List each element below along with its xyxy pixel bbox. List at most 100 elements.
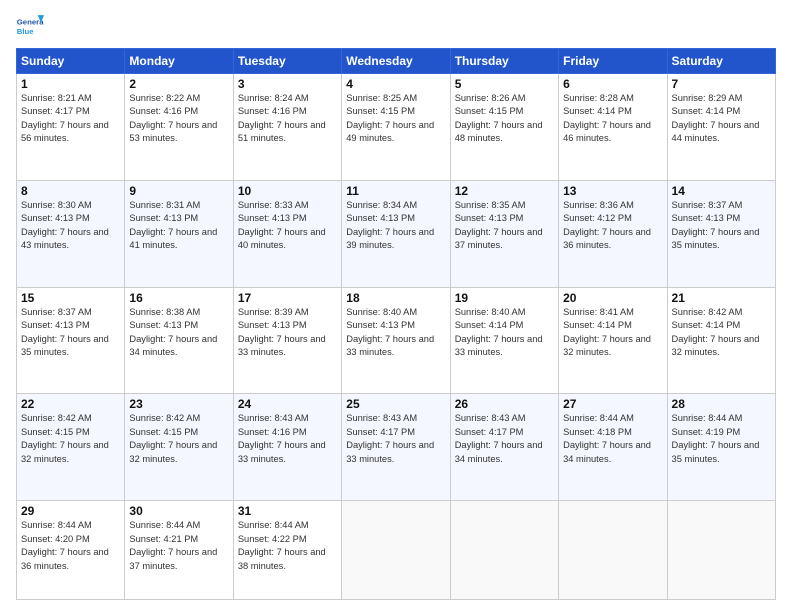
day-number: 22: [21, 397, 120, 411]
day-number: 23: [129, 397, 228, 411]
sunset-label: Sunset: 4:17 PM: [21, 106, 90, 116]
daylight-label: Daylight: 7 hours and 43 minutes.: [21, 227, 109, 250]
sunrise-label: Sunrise: 8:41 AM: [563, 307, 634, 317]
daylight-label: Daylight: 7 hours and 41 minutes.: [129, 227, 217, 250]
day-number: 9: [129, 184, 228, 198]
daylight-label: Daylight: 7 hours and 32 minutes.: [672, 334, 760, 357]
sunset-label: Sunset: 4:13 PM: [346, 213, 415, 223]
calendar-cell: 27 Sunrise: 8:44 AM Sunset: 4:18 PM Dayl…: [559, 394, 667, 501]
day-number: 25: [346, 397, 445, 411]
sunrise-label: Sunrise: 8:40 AM: [346, 307, 417, 317]
daylight-label: Daylight: 7 hours and 38 minutes.: [238, 547, 326, 570]
sunset-label: Sunset: 4:13 PM: [129, 213, 198, 223]
daylight-label: Daylight: 7 hours and 35 minutes.: [21, 334, 109, 357]
sunset-label: Sunset: 4:15 PM: [455, 106, 524, 116]
sunrise-label: Sunrise: 8:30 AM: [21, 200, 92, 210]
daylight-label: Daylight: 7 hours and 34 minutes.: [455, 440, 543, 463]
day-info: Sunrise: 8:44 AM Sunset: 4:18 PM Dayligh…: [563, 412, 662, 466]
day-number: 16: [129, 291, 228, 305]
calendar-cell: 4 Sunrise: 8:25 AM Sunset: 4:15 PM Dayli…: [342, 74, 450, 181]
daylight-label: Daylight: 7 hours and 56 minutes.: [21, 120, 109, 143]
sunrise-label: Sunrise: 8:39 AM: [238, 307, 309, 317]
day-info: Sunrise: 8:44 AM Sunset: 4:22 PM Dayligh…: [238, 519, 337, 573]
calendar-cell: 21 Sunrise: 8:42 AM Sunset: 4:14 PM Dayl…: [667, 287, 775, 394]
daylight-label: Daylight: 7 hours and 48 minutes.: [455, 120, 543, 143]
col-header-monday: Monday: [125, 49, 233, 74]
calendar-cell: 19 Sunrise: 8:40 AM Sunset: 4:14 PM Dayl…: [450, 287, 558, 394]
daylight-label: Daylight: 7 hours and 37 minutes.: [129, 547, 217, 570]
day-info: Sunrise: 8:36 AM Sunset: 4:12 PM Dayligh…: [563, 199, 662, 253]
sunset-label: Sunset: 4:13 PM: [238, 320, 307, 330]
sunset-label: Sunset: 4:15 PM: [346, 106, 415, 116]
sunset-label: Sunset: 4:15 PM: [21, 427, 90, 437]
day-info: Sunrise: 8:33 AM Sunset: 4:13 PM Dayligh…: [238, 199, 337, 253]
day-info: Sunrise: 8:37 AM Sunset: 4:13 PM Dayligh…: [21, 306, 120, 360]
day-number: 12: [455, 184, 554, 198]
sunrise-label: Sunrise: 8:31 AM: [129, 200, 200, 210]
day-info: Sunrise: 8:31 AM Sunset: 4:13 PM Dayligh…: [129, 199, 228, 253]
calendar-table: SundayMondayTuesdayWednesdayThursdayFrid…: [16, 48, 776, 600]
day-info: Sunrise: 8:44 AM Sunset: 4:19 PM Dayligh…: [672, 412, 771, 466]
calendar-cell: 25 Sunrise: 8:43 AM Sunset: 4:17 PM Dayl…: [342, 394, 450, 501]
calendar-cell: 26 Sunrise: 8:43 AM Sunset: 4:17 PM Dayl…: [450, 394, 558, 501]
day-info: Sunrise: 8:40 AM Sunset: 4:13 PM Dayligh…: [346, 306, 445, 360]
day-number: 20: [563, 291, 662, 305]
calendar-week-row: 15 Sunrise: 8:37 AM Sunset: 4:13 PM Dayl…: [17, 287, 776, 394]
day-info: Sunrise: 8:43 AM Sunset: 4:16 PM Dayligh…: [238, 412, 337, 466]
day-info: Sunrise: 8:42 AM Sunset: 4:15 PM Dayligh…: [129, 412, 228, 466]
sunset-label: Sunset: 4:19 PM: [672, 427, 741, 437]
sunset-label: Sunset: 4:13 PM: [21, 213, 90, 223]
daylight-label: Daylight: 7 hours and 46 minutes.: [563, 120, 651, 143]
daylight-label: Daylight: 7 hours and 33 minutes.: [455, 334, 543, 357]
calendar-cell: 11 Sunrise: 8:34 AM Sunset: 4:13 PM Dayl…: [342, 180, 450, 287]
daylight-label: Daylight: 7 hours and 39 minutes.: [346, 227, 434, 250]
calendar-cell: 18 Sunrise: 8:40 AM Sunset: 4:13 PM Dayl…: [342, 287, 450, 394]
sunrise-label: Sunrise: 8:44 AM: [672, 413, 743, 423]
daylight-label: Daylight: 7 hours and 37 minutes.: [455, 227, 543, 250]
daylight-label: Daylight: 7 hours and 32 minutes.: [21, 440, 109, 463]
day-number: 14: [672, 184, 771, 198]
day-number: 21: [672, 291, 771, 305]
sunset-label: Sunset: 4:22 PM: [238, 534, 307, 544]
calendar-cell: 15 Sunrise: 8:37 AM Sunset: 4:13 PM Dayl…: [17, 287, 125, 394]
calendar-cell: 31 Sunrise: 8:44 AM Sunset: 4:22 PM Dayl…: [233, 501, 341, 600]
page-header: General Blue: [16, 12, 776, 40]
calendar-cell: 20 Sunrise: 8:41 AM Sunset: 4:14 PM Dayl…: [559, 287, 667, 394]
day-number: 1: [21, 77, 120, 91]
daylight-label: Daylight: 7 hours and 33 minutes.: [346, 440, 434, 463]
calendar-cell: 2 Sunrise: 8:22 AM Sunset: 4:16 PM Dayli…: [125, 74, 233, 181]
calendar-cell: [342, 501, 450, 600]
calendar-cell: 23 Sunrise: 8:42 AM Sunset: 4:15 PM Dayl…: [125, 394, 233, 501]
daylight-label: Daylight: 7 hours and 35 minutes.: [672, 227, 760, 250]
day-number: 29: [21, 504, 120, 518]
day-info: Sunrise: 8:22 AM Sunset: 4:16 PM Dayligh…: [129, 92, 228, 146]
day-info: Sunrise: 8:28 AM Sunset: 4:14 PM Dayligh…: [563, 92, 662, 146]
calendar-cell: 16 Sunrise: 8:38 AM Sunset: 4:13 PM Dayl…: [125, 287, 233, 394]
sunset-label: Sunset: 4:14 PM: [672, 106, 741, 116]
day-info: Sunrise: 8:41 AM Sunset: 4:14 PM Dayligh…: [563, 306, 662, 360]
day-info: Sunrise: 8:37 AM Sunset: 4:13 PM Dayligh…: [672, 199, 771, 253]
day-info: Sunrise: 8:38 AM Sunset: 4:13 PM Dayligh…: [129, 306, 228, 360]
sunrise-label: Sunrise: 8:24 AM: [238, 93, 309, 103]
day-number: 19: [455, 291, 554, 305]
col-header-wednesday: Wednesday: [342, 49, 450, 74]
col-header-sunday: Sunday: [17, 49, 125, 74]
day-number: 4: [346, 77, 445, 91]
calendar-cell: 28 Sunrise: 8:44 AM Sunset: 4:19 PM Dayl…: [667, 394, 775, 501]
sunrise-label: Sunrise: 8:28 AM: [563, 93, 634, 103]
day-info: Sunrise: 8:42 AM Sunset: 4:14 PM Dayligh…: [672, 306, 771, 360]
day-number: 31: [238, 504, 337, 518]
calendar-page: General Blue SundayMondayTuesdayWednesda…: [0, 0, 792, 612]
daylight-label: Daylight: 7 hours and 35 minutes.: [672, 440, 760, 463]
day-info: Sunrise: 8:39 AM Sunset: 4:13 PM Dayligh…: [238, 306, 337, 360]
day-number: 8: [21, 184, 120, 198]
daylight-label: Daylight: 7 hours and 34 minutes.: [563, 440, 651, 463]
logo-icon: General Blue: [16, 12, 44, 40]
sunset-label: Sunset: 4:16 PM: [129, 106, 198, 116]
sunset-label: Sunset: 4:14 PM: [563, 320, 632, 330]
daylight-label: Daylight: 7 hours and 51 minutes.: [238, 120, 326, 143]
calendar-cell: 13 Sunrise: 8:36 AM Sunset: 4:12 PM Dayl…: [559, 180, 667, 287]
calendar-cell: 5 Sunrise: 8:26 AM Sunset: 4:15 PM Dayli…: [450, 74, 558, 181]
calendar-header-row: SundayMondayTuesdayWednesdayThursdayFrid…: [17, 49, 776, 74]
sunrise-label: Sunrise: 8:21 AM: [21, 93, 92, 103]
